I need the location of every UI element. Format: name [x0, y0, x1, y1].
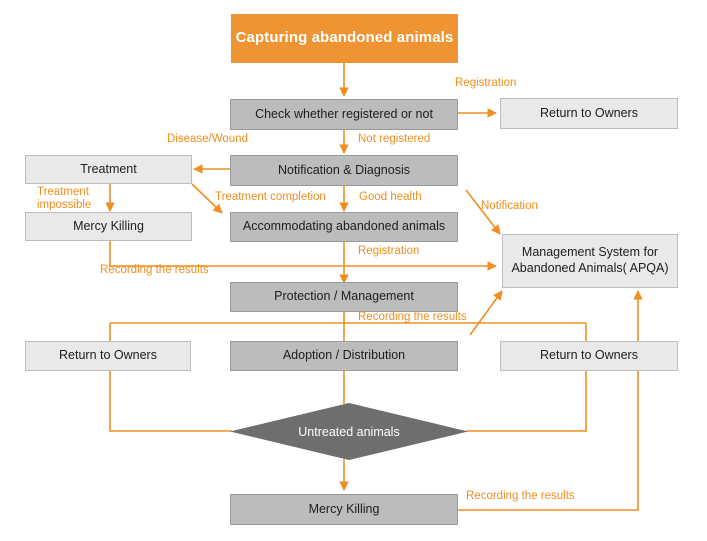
node-mercy-killing-bottom[interactable]: Mercy Killing [230, 494, 458, 525]
node-check-label: Check whether registered or not [255, 106, 433, 121]
node-capturing-label: Capturing abandoned animals [235, 29, 454, 47]
node-accommodating-label: Accommodating abandoned animals [242, 219, 446, 234]
node-mercy-killing-left-label: Mercy Killing [73, 218, 144, 233]
node-apqa-label-line1: Management System for [521, 245, 659, 260]
edge-label-not-registered: Not registered [358, 133, 431, 145]
edge-label-good-health: Good health [359, 191, 422, 203]
edge-label-recording-results-mid: Recording the results [358, 311, 467, 323]
edge-mercykilling-to-apqa [109, 241, 497, 271]
node-treatment-label: Treatment [80, 161, 137, 176]
node-return-left-label: Return to Owners [59, 348, 157, 363]
edge-label-treatment-completion: Treatment completion [215, 191, 326, 203]
node-mercy-killing-left[interactable]: Mercy Killing [25, 212, 192, 241]
node-protection-label: Protection / Management [274, 289, 414, 304]
node-return-right-label: Return to Owners [540, 348, 638, 363]
node-check-whether-registered[interactable]: Check whether registered or not [230, 99, 458, 130]
node-apqa-label-line2: Abandoned Animals( APQA) [511, 261, 669, 275]
edge-label-disease-wound: Disease/Wound [167, 133, 248, 145]
node-management-system-apqa[interactable]: Management System for Abandoned Animals(… [502, 234, 678, 288]
node-adoption-distribution[interactable]: Adoption / Distribution [230, 341, 458, 371]
node-notification-label: Notification & Diagnosis [277, 162, 410, 177]
edge-label-registration-top: Registration [455, 77, 517, 89]
node-capturing-abandoned-animals[interactable]: Capturing abandoned animals [231, 14, 458, 63]
node-mercy-killing-bottom-label: Mercy Killing [308, 501, 380, 516]
edge-recording-to-apqa [469, 290, 503, 336]
node-adoption-label: Adoption / Distribution [282, 348, 406, 363]
edge-label-recording-results-left: Recording the results [100, 264, 209, 276]
edge-label-recording-results-bottom: Recording the results [466, 490, 575, 502]
node-protection-management[interactable]: Protection / Management [230, 282, 458, 312]
edge-mercykilling-bottom-to-apqa [458, 290, 643, 511]
node-notification-and-diagnosis[interactable]: Notification & Diagnosis [230, 155, 458, 186]
edge-return-left-to-diamond [109, 371, 232, 432]
node-return-to-owners-left[interactable]: Return to Owners [25, 341, 191, 371]
node-return-to-owners-right[interactable]: Return to Owners [500, 341, 678, 371]
edge-label-treatment-impossible-line1: Treatment [37, 186, 89, 198]
node-return-top-label: Return to Owners [540, 105, 638, 120]
edge-label-treatment-impossible-line2: impossible [37, 199, 92, 212]
edge-return-right-to-diamond [466, 371, 587, 432]
edge-label-registration-mid: Registration [358, 245, 420, 257]
edge-label-notification: Notification [481, 200, 538, 212]
node-untreated-animals-label: Untreated animals [298, 424, 400, 439]
node-treatment[interactable]: Treatment [25, 155, 192, 184]
node-untreated-animals[interactable]: Untreated animals [230, 403, 468, 460]
node-accommodating-abandoned-animals[interactable]: Accommodating abandoned animals [230, 212, 458, 242]
edge-label-treatment-impossible: Treatment impossible [37, 186, 91, 212]
flowchart-canvas: Capturing abandoned animals Check whethe… [0, 0, 707, 541]
node-return-to-owners-top[interactable]: Return to Owners [500, 98, 678, 129]
